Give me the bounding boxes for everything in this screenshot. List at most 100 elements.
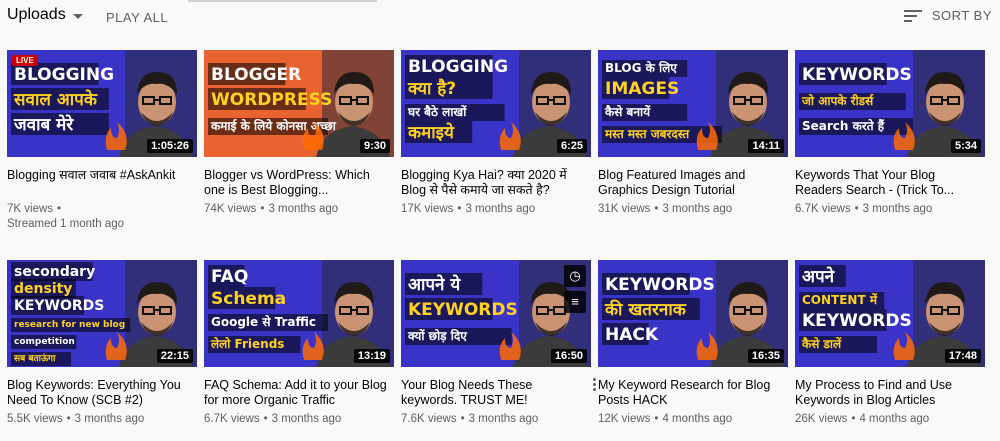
video-thumbnail[interactable]: KEYWORDS की खतरनाक HACK 16:35 — [598, 260, 788, 367]
video-card[interactable]: KEYWORDS जो आपके रीडर्स Search करते हैं 5:3… — [795, 50, 985, 217]
video-card[interactable]: FAQ Schema Google से Traffic लेलो Friends 13… — [204, 260, 394, 427]
thumbnail-text: Schema — [211, 289, 286, 309]
thumbnail-text: BLOG के लिए — [605, 61, 678, 75]
thumbnail-text: IMAGES — [605, 79, 679, 99]
live-badge: LIVE — [12, 55, 38, 66]
thumbnail-text: घर बैठे लाखों — [407, 105, 467, 119]
video-title[interactable]: Your Blog Needs These keywords. TRUST ME… — [401, 378, 591, 408]
top-divider — [188, 0, 377, 2]
meta-separator: • — [654, 413, 659, 425]
play-all-button[interactable]: PLAY ALL — [106, 10, 168, 25]
watch-later-icon[interactable]: ◷ — [564, 265, 586, 287]
video-title[interactable]: Keywords That Your Blog Readers Search -… — [795, 168, 985, 198]
video-title[interactable]: My Process to Find and Use Keywords in B… — [795, 378, 985, 408]
video-metadata: 5.5K views • 3 months ago — [7, 412, 197, 427]
upload-age: 3 months ago — [268, 203, 339, 215]
video-card[interactable]: BLOG के लिए IMAGES कैसे बनायें मस्त मस्त जब… — [598, 50, 788, 217]
video-metadata: 74K views • 3 months ago — [204, 202, 394, 217]
thumbnail-text: KEYWORDS — [408, 300, 518, 320]
video-card[interactable]: BLOGGING सवाल आपके जवाब मेरे LIVE 1:05:26 Blo… — [7, 50, 197, 232]
video-thumbnail[interactable]: BLOGGER WORDPRESS कमाई के लिये कोनसा अच्छा… — [204, 50, 394, 157]
video-thumbnail[interactable]: आपने ये KEYWORDS क्यों छोड़ दिए 16:50 ◷ ≡ — [401, 260, 591, 367]
thumbnail-text: research for new blog — [14, 320, 125, 330]
meta-separator: • — [851, 413, 856, 425]
channel-toolbar: Uploads PLAY ALL SORT BY — [0, 0, 1000, 36]
duration-badge: 17:48 — [944, 349, 981, 363]
view-count: 6.7K views — [204, 413, 260, 425]
upload-age: 3 months ago — [74, 413, 145, 425]
uploads-label: Uploads — [7, 6, 66, 23]
thumbnail-text: Google से Traffic — [211, 315, 316, 329]
more-vert-icon[interactable] — [593, 378, 597, 392]
thumbnail-text: जवाब मेरे — [13, 114, 74, 135]
view-count: 7K views — [7, 203, 54, 215]
upload-age: 4 months ago — [662, 413, 733, 425]
video-metadata: 7.6K views • 3 months ago — [401, 412, 591, 427]
video-thumbnail[interactable]: BLOG के लिए IMAGES कैसे बनायें मस्त मस्त जब… — [598, 50, 788, 157]
video-thumbnail[interactable]: अपने CONTENT में KEYWORDS कैसे डालें 17:48 — [795, 260, 985, 367]
thumbnail-text: कैसे बनायें — [604, 105, 651, 119]
video-thumbnail[interactable]: FAQ Schema Google से Traffic लेलो Friends 13… — [204, 260, 394, 367]
duration-badge: 16:50 — [550, 349, 587, 363]
thumbnail-text: WORDPRESS — [211, 90, 332, 110]
video-card[interactable]: आपने ये KEYWORDS क्यों छोड़ दिए 16:50 ◷ ≡ Your… — [401, 260, 596, 427]
video-title[interactable]: Blog Featured Images and Graphics Design… — [598, 168, 788, 198]
thumbnail-text: HACK — [605, 325, 659, 345]
video-title[interactable]: Blog Keywords: Everything You Need To Kn… — [7, 378, 197, 408]
upload-age: 4 months ago — [859, 413, 930, 425]
video-card[interactable]: secondary density KEYWORDS research for new… — [7, 260, 197, 427]
video-title[interactable]: FAQ Schema: Add it to your Blog for more… — [204, 378, 394, 408]
thumbnail-text: KEYWORDS — [802, 65, 912, 85]
thumbnail-text: क्यों छोड़ दिए — [407, 329, 468, 343]
upload-age: 3 months ago — [465, 203, 536, 215]
video-title[interactable]: Blogger vs WordPress: Which one is Best … — [204, 168, 394, 198]
view-count: 74K views — [204, 203, 257, 215]
video-title[interactable]: Blogging Kya Hai? क्या 2020 में Blog से … — [401, 168, 591, 198]
view-count: 12K views — [598, 413, 651, 425]
sort-by-button[interactable]: SORT BY — [903, 8, 992, 23]
duration-badge: 16:35 — [747, 349, 784, 363]
thumbnail-text: मस्त मस्त जबरदस्त — [604, 127, 690, 141]
duration-badge: 1:05:26 — [147, 139, 193, 153]
thumbnail-text: अपने — [802, 266, 835, 287]
video-card[interactable]: अपने CONTENT में KEYWORDS कैसे डालें 17:48 My… — [795, 260, 985, 427]
duration-badge: 6:25 — [556, 139, 587, 153]
video-card[interactable]: BLOGGING क्या है? घर बैठे लाखों कमाइये 6:25 B… — [401, 50, 591, 217]
video-metadata: 17K views • 3 months ago — [401, 202, 591, 217]
duration-badge: 22:15 — [156, 349, 193, 363]
thumbnail-text: जो आपके रीडर्स — [801, 94, 874, 108]
thumbnail-text: KEYWORDS — [802, 311, 912, 331]
meta-separator: • — [57, 203, 62, 215]
duration-badge: 14:11 — [748, 139, 784, 153]
video-thumbnail[interactable]: BLOGGING क्या है? घर बैठे लाखों कमाइये 6:25 — [401, 50, 591, 157]
video-card[interactable]: BLOGGER WORDPRESS कमाई के लिये कोनसा अच्छा… — [204, 50, 394, 217]
upload-age: Streamed 1 month ago — [7, 218, 124, 230]
video-thumbnail[interactable]: KEYWORDS जो आपके रीडर्स Search करते हैं 5:3… — [795, 50, 985, 157]
video-thumbnail[interactable]: secondary density KEYWORDS research for new… — [7, 260, 197, 367]
video-title[interactable]: My Keyword Research for Blog Posts HACK — [598, 378, 788, 408]
video-card[interactable]: KEYWORDS की खतरनाक HACK 16:35 My Keyword Res… — [598, 260, 788, 427]
upload-age: 3 months ago — [468, 413, 539, 425]
add-to-queue-icon[interactable]: ≡ — [564, 291, 586, 313]
uploads-dropdown[interactable]: Uploads — [7, 6, 83, 24]
meta-separator: • — [654, 203, 659, 215]
upload-age: 3 months ago — [662, 203, 733, 215]
thumbnail-text: की खतरनाक — [604, 299, 687, 320]
meta-separator: • — [457, 203, 462, 215]
thumbnail-text: KEYWORDS — [14, 298, 104, 314]
thumbnail-text: लेलो Friends — [210, 337, 284, 351]
thumbnail-text: density — [14, 281, 72, 297]
thumbnail-text: कैसे डालें — [801, 337, 842, 351]
video-metadata: 31K views • 3 months ago — [598, 202, 788, 217]
duration-badge: 13:19 — [353, 349, 390, 363]
meta-separator: • — [854, 203, 859, 215]
view-count: 26K views — [795, 413, 848, 425]
view-count: 6.7K views — [795, 203, 851, 215]
view-count: 17K views — [401, 203, 454, 215]
meta-separator: • — [260, 203, 265, 215]
thumbnail-text: CONTENT में — [802, 293, 878, 307]
upload-age: 3 months ago — [862, 203, 933, 215]
video-title[interactable]: Blogging सवाल जवाब #AskAnkit — [7, 168, 197, 198]
video-thumbnail[interactable]: BLOGGING सवाल आपके जवाब मेरे LIVE 1:05:26 — [7, 50, 197, 157]
view-count: 5.5K views — [7, 413, 63, 425]
